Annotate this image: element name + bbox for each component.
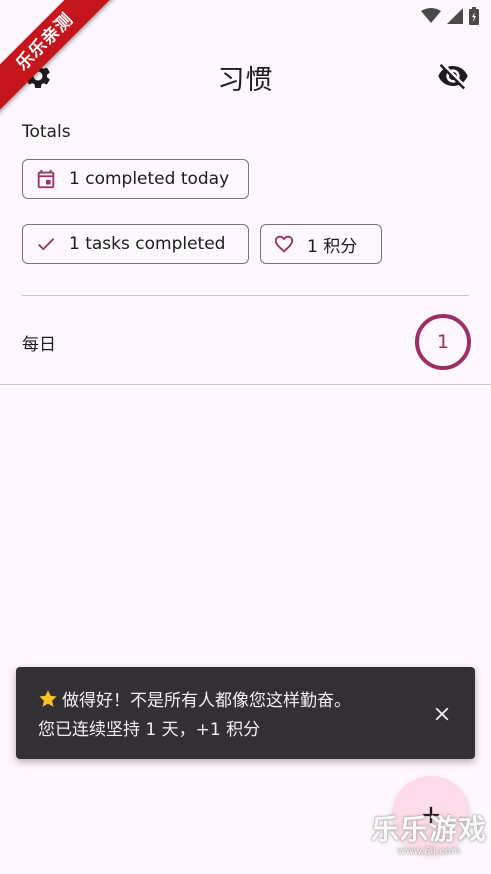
status-bar: [0, 0, 491, 30]
totals-label: Totals: [22, 122, 71, 142]
calendar-icon: [35, 168, 57, 190]
snackbar: 做得好！不是所有人都像您这样勤奋。 您已连续坚持 1 天，+1 积分: [16, 667, 475, 759]
habit-name: 每日: [22, 335, 56, 355]
points-text: 1 积分: [307, 236, 358, 257]
visibility-toggle-button[interactable]: [435, 60, 471, 92]
tasks-completed-chip[interactable]: 1 tasks completed: [22, 224, 249, 264]
visibility-off-icon: [438, 64, 468, 90]
wifi-icon: [421, 8, 441, 23]
tasks-completed-text: 1 tasks completed: [69, 234, 226, 254]
page-title: 习惯: [217, 65, 274, 96]
completed-today-text: 1 completed today: [69, 169, 230, 189]
close-icon: [435, 707, 449, 721]
watermark: 乐乐游戏 www.6ll.com: [371, 814, 487, 858]
snackbar-line-1: 做得好！不是所有人都像您这样勤奋。: [38, 687, 408, 716]
app-bar: 习惯: [0, 44, 491, 110]
habit-counter-button[interactable]: 1: [415, 314, 471, 370]
star-icon: [39, 690, 57, 707]
watermark-title: 乐乐游戏: [370, 813, 487, 846]
battery-icon: [469, 7, 479, 25]
heart-icon: [273, 233, 295, 255]
snackbar-line-1-text: 做得好！不是所有人都像您这样勤奋。: [62, 691, 351, 711]
snackbar-line-2: 您已连续坚持 1 天，+1 积分: [38, 720, 261, 740]
snackbar-close-button[interactable]: [429, 701, 455, 727]
habit-row[interactable]: 每日 1: [0, 296, 491, 384]
snackbar-message: 做得好！不是所有人都像您这样勤奋。 您已连续坚持 1 天，+1 积分: [38, 687, 408, 745]
status-icons: [421, 7, 479, 25]
watermark-url: www.6ll.com: [397, 846, 461, 857]
completed-today-chip[interactable]: 1 completed today: [22, 159, 249, 199]
signal-icon: [447, 8, 463, 24]
points-chip[interactable]: 1 积分: [260, 224, 382, 264]
check-icon: [35, 233, 57, 255]
divider: [0, 384, 491, 385]
